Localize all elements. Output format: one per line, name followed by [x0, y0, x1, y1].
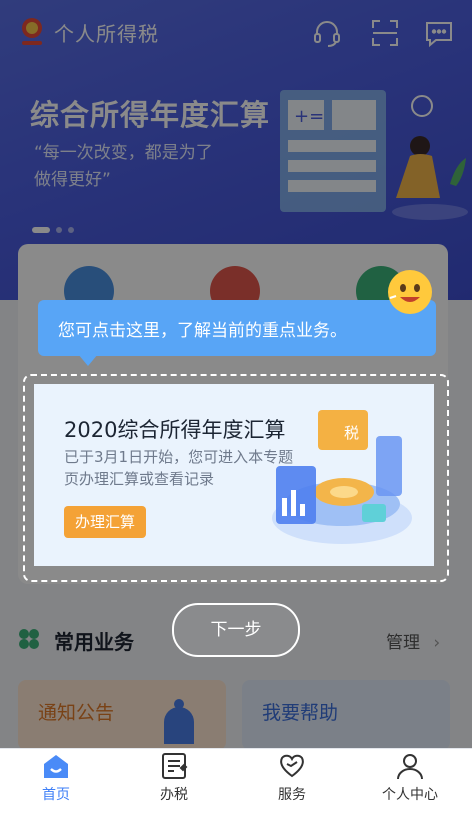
tab-service[interactable]: 服务	[242, 752, 342, 804]
heart-service-icon	[280, 754, 304, 778]
home-icon	[44, 755, 68, 778]
tax-settlement-illustration: 税	[272, 410, 412, 544]
tab-profile[interactable]: 个人中心	[360, 752, 460, 804]
tab-profile-label: 个人中心	[382, 787, 438, 803]
handle-settlement-button[interactable]: 办理汇算	[64, 506, 146, 538]
tab-tax-label: 办税	[160, 787, 188, 803]
user-icon	[397, 754, 423, 780]
tab-tax[interactable]: 办税	[124, 752, 224, 804]
next-step-button[interactable]: 下一步	[172, 603, 300, 657]
guide-tooltip-text: 您可点击这里，了解当前的重点业务。	[58, 321, 347, 341]
tab-home[interactable]: 首页	[6, 752, 106, 804]
tax-form-icon	[162, 753, 188, 779]
tab-home-label: 首页	[42, 787, 70, 803]
tab-service-label: 服务	[278, 787, 306, 803]
guide-tooltip-arrow	[78, 354, 98, 366]
tax-character-label: 税	[344, 424, 359, 442]
smile-emoji-icon	[388, 270, 432, 314]
